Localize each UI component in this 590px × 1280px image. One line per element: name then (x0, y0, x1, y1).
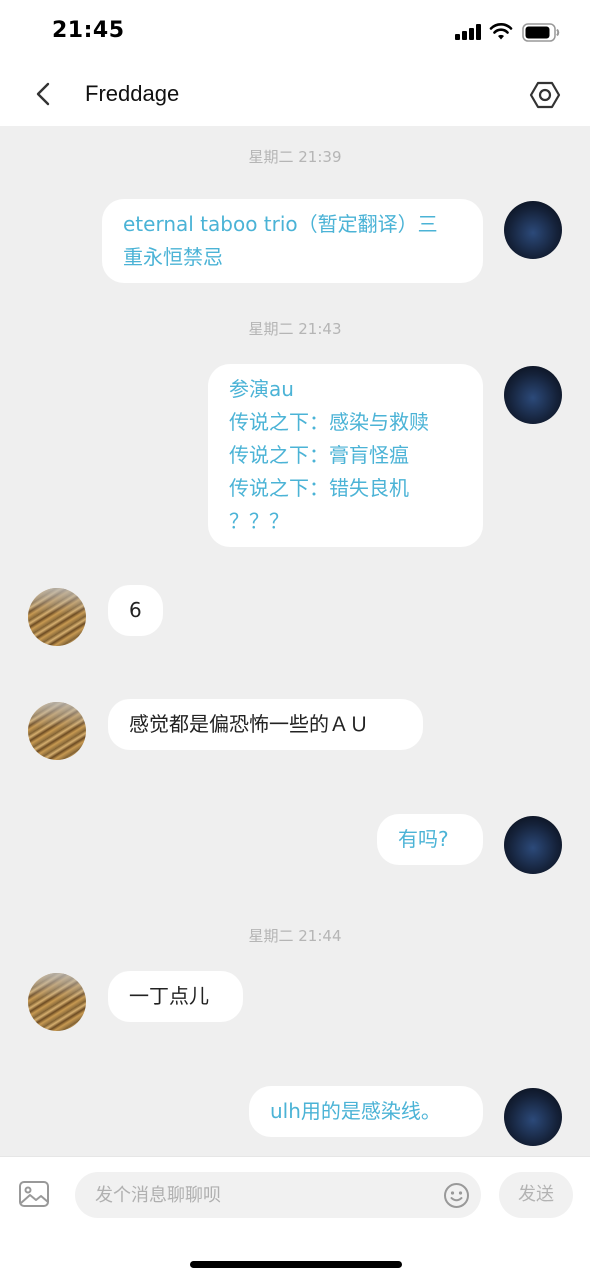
message-line: 一丁点儿 (129, 984, 209, 1008)
message-line: ？？？ (229, 509, 289, 533)
send-button[interactable]: 发送 (499, 1172, 573, 1218)
message-bubble-outgoing[interactable]: ulh用的是感染线。 (249, 1086, 483, 1137)
message-bubble-incoming[interactable]: 一丁点儿 (108, 971, 243, 1022)
home-area (0, 1232, 590, 1280)
emoji-icon[interactable] (443, 1182, 470, 1209)
message-line: 传说之下：感染与救赎 (229, 410, 429, 434)
message-bubble-outgoing[interactable]: 有吗? (377, 814, 483, 865)
status-time: 21:45 (52, 18, 125, 43)
input-bar: 发送 (0, 1156, 590, 1232)
nav-header: Freddage (0, 62, 590, 126)
image-icon[interactable] (18, 1179, 50, 1209)
avatar[interactable] (504, 816, 562, 874)
settings-icon[interactable] (529, 79, 561, 111)
message-bubble-outgoing[interactable]: 参演au 传说之下：感染与救赎 传说之下：膏肓怪瘟 传说之下：错失良机 ？？？ (208, 364, 483, 547)
message-bubble-incoming[interactable]: 感觉都是偏恐怖一些的ＡＵ (108, 699, 423, 750)
message-line: 参演au (229, 377, 294, 401)
back-icon[interactable] (30, 80, 58, 108)
battery-icon (522, 23, 560, 42)
avatar[interactable] (504, 366, 562, 424)
signal-icon (455, 24, 481, 40)
avatar[interactable] (28, 588, 86, 646)
message-bubble-outgoing[interactable]: eternal taboo trio（暂定翻译）三 重永恒禁忌 (102, 199, 483, 283)
message-line: 传说之下：膏肓怪瘟 (229, 443, 409, 467)
message-bubble-incoming[interactable]: 6 (108, 585, 163, 636)
timestamp: 星期二 21:44 (248, 927, 342, 945)
message-input[interactable] (75, 1172, 481, 1218)
message-line: 传说之下：错失良机 (229, 476, 409, 500)
chat-area[interactable]: 星期二 21:39 eternal taboo trio（暂定翻译）三 重永恒禁… (0, 126, 590, 1156)
message-line: 6 (129, 598, 142, 622)
message-line: 感觉都是偏恐怖一些的ＡＵ (129, 712, 369, 736)
wifi-icon (489, 23, 513, 40)
message-line: 有吗? (398, 827, 449, 851)
avatar[interactable] (504, 1088, 562, 1146)
avatar[interactable] (28, 973, 86, 1031)
message-line: eternal taboo trio（暂定翻译）三 (123, 212, 438, 236)
status-bar: 21:45 (0, 0, 590, 62)
home-indicator[interactable] (190, 1261, 402, 1268)
avatar[interactable] (504, 201, 562, 259)
message-line: 重永恒禁忌 (123, 245, 223, 269)
page-title: Freddage (85, 81, 180, 106)
timestamp: 星期二 21:43 (248, 320, 342, 338)
avatar[interactable] (28, 702, 86, 760)
timestamp: 星期二 21:39 (248, 148, 342, 166)
message-line: ulh用的是感染线。 (270, 1099, 441, 1123)
